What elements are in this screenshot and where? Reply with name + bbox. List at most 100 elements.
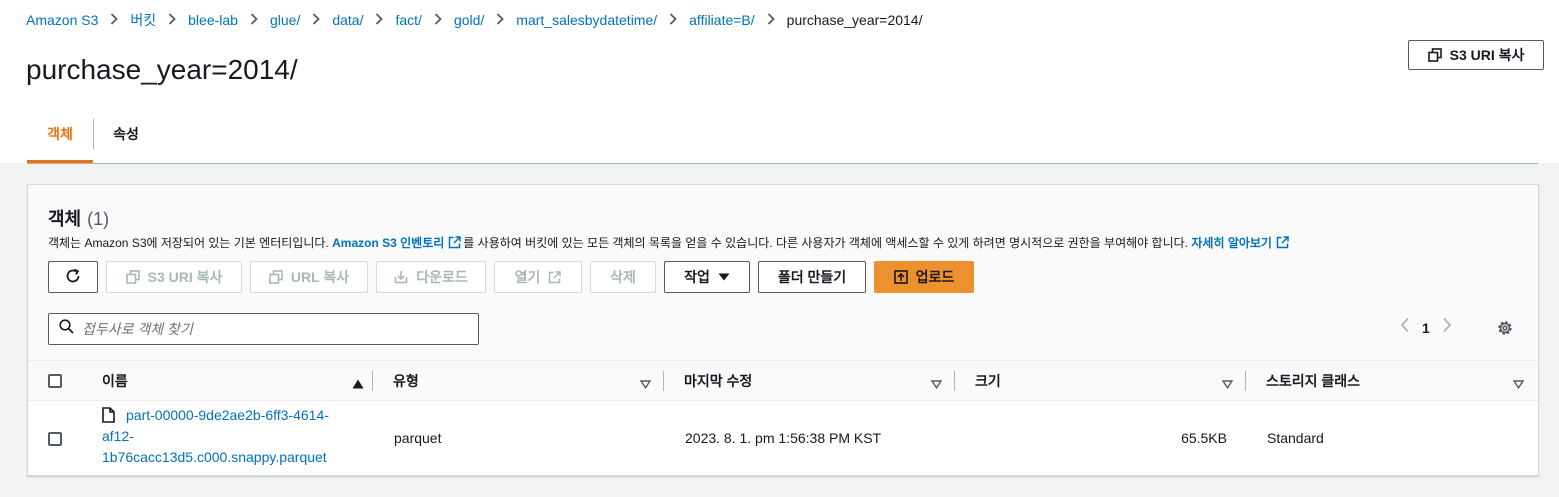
caret-down-icon xyxy=(718,273,730,281)
table-header: 이름 유형 마지막 수정 크기 스토리지 클래스 xyxy=(28,361,1538,401)
object-type: parquet xyxy=(394,430,442,446)
chevron-right-icon xyxy=(434,12,442,28)
column-name-label: 이름 xyxy=(102,373,128,389)
breadcrumb-item-fact[interactable]: fact/ xyxy=(395,12,421,28)
sort-caret-icon[interactable] xyxy=(1221,376,1234,392)
breadcrumb-item-amazon-s3[interactable]: Amazon S3 xyxy=(26,12,98,28)
tab-properties[interactable]: 속성 xyxy=(93,116,159,163)
column-header-size[interactable]: 크기 xyxy=(975,361,1247,401)
upload-label: 업로드 xyxy=(915,269,955,285)
copy-icon xyxy=(269,270,283,284)
inventory-link[interactable]: Amazon S3 인벤토리 xyxy=(332,234,444,251)
upload-icon xyxy=(893,270,908,284)
desc-middle: 를 사용하여 버킷에 있는 모든 객체의 목록을 얻을 수 있습니다. 다른 사… xyxy=(463,236,1189,250)
column-header-last-modified[interactable]: 마지막 수정 xyxy=(684,361,956,401)
objects-panel-header: 객체 (1) 객체는 Amazon S3에 저장되어 있는 기본 엔터티입니다. … xyxy=(28,185,1538,361)
chevron-right-icon xyxy=(496,12,505,28)
delete-label: 삭제 xyxy=(610,269,636,285)
object-size: 65.5KB xyxy=(1181,430,1227,446)
chevron-right-icon xyxy=(312,12,321,28)
breadcrumb: Amazon S3 버킷 blee-lab glue/ data/ fact/ … xyxy=(26,10,922,30)
objects-panel-title: 객체 (1) xyxy=(48,205,109,231)
search-box[interactable] xyxy=(48,313,479,345)
gear-icon[interactable] xyxy=(1496,319,1514,342)
tab-objects[interactable]: 객체 xyxy=(27,116,93,163)
next-page-icon[interactable] xyxy=(1442,317,1452,338)
actions-dropdown-button[interactable]: 작업 xyxy=(664,261,750,293)
column-header-storage-class[interactable]: 스토리지 클래스 xyxy=(1266,361,1538,401)
actions-label: 작업 xyxy=(684,269,710,285)
copy-url-label: URL 복사 xyxy=(290,269,350,285)
column-header-name[interactable]: 이름 xyxy=(102,361,372,401)
column-separator xyxy=(372,371,373,391)
learn-more-link[interactable]: 자세히 알아보기 xyxy=(1191,234,1272,251)
page-header-area: Amazon S3 버킷 blee-lab glue/ data/ fact/ … xyxy=(0,0,1559,164)
chevron-right-icon xyxy=(168,12,176,28)
breadcrumb-item-bucket[interactable]: blee-lab xyxy=(188,12,238,28)
object-name-line-1: part-00000-9de2ae2b-6ff3-4614- xyxy=(126,407,329,423)
object-name-link[interactable]: part-00000-9de2ae2b-6ff3-4614- af12- 1b7… xyxy=(102,405,362,468)
breadcrumb-item-affiliate[interactable]: affiliate=B/ xyxy=(689,12,755,28)
object-name-line-3: 1b76cacc13d5.c000.snappy.parquet xyxy=(102,449,327,465)
pagination: 1 xyxy=(1400,317,1452,338)
select-all-checkbox[interactable] xyxy=(48,374,62,388)
breadcrumb-item-gold[interactable]: gold/ xyxy=(454,12,484,28)
open-label: 열기 xyxy=(514,269,541,285)
chevron-right-icon xyxy=(767,12,775,28)
external-link-icon xyxy=(1276,236,1289,249)
column-type-label: 유형 xyxy=(393,373,419,389)
column-separator xyxy=(663,371,664,391)
copy-s3-uri-button[interactable]: S3 URI 복사 xyxy=(106,261,242,293)
external-link-icon xyxy=(548,270,562,284)
copy-icon xyxy=(1427,48,1442,62)
tab-bar: 객체 속성 xyxy=(27,116,1538,164)
sort-ascending-icon[interactable] xyxy=(352,376,364,392)
chevron-right-icon xyxy=(669,12,677,28)
current-page-number[interactable]: 1 xyxy=(1422,320,1430,336)
sort-caret-icon[interactable] xyxy=(930,376,943,392)
create-folder-button[interactable]: 폴더 만들기 xyxy=(758,261,866,293)
open-button[interactable]: 열기 xyxy=(494,261,582,293)
column-size-label: 크기 xyxy=(975,373,1001,389)
objects-title-text: 객체 xyxy=(48,209,82,229)
objects-description: 객체는 Amazon S3에 저장되어 있는 기본 엔터티입니다. Amazon… xyxy=(48,234,1291,251)
column-last-modified-label: 마지막 수정 xyxy=(684,373,753,389)
copy-icon xyxy=(125,270,140,284)
delete-button[interactable]: 삭제 xyxy=(590,261,656,293)
download-label: 다운로드 xyxy=(416,269,468,285)
desc-prefix: 객체는 Amazon S3에 저장되어 있는 기본 엔터티입니다. xyxy=(48,236,329,250)
sort-caret-icon[interactable] xyxy=(639,376,652,392)
download-button[interactable]: 다운로드 xyxy=(376,261,486,293)
prev-page-icon[interactable] xyxy=(1400,317,1410,338)
breadcrumb-item-mart[interactable]: mart_salesbydatetime/ xyxy=(516,12,657,28)
copy-s3-uri-header-label: S3 URI 복사 xyxy=(1449,47,1525,63)
page-title: purchase_year=2014/ xyxy=(26,54,298,85)
search-icon xyxy=(59,319,74,339)
column-separator xyxy=(954,371,955,391)
objects-panel: 객체 (1) 객체는 Amazon S3에 저장되어 있는 기본 엔터티입니다. … xyxy=(27,184,1539,476)
column-header-type[interactable]: 유형 xyxy=(393,361,665,401)
chevron-right-icon xyxy=(250,12,258,28)
chevron-right-icon xyxy=(110,12,119,28)
breadcrumb-item-data[interactable]: data/ xyxy=(332,12,363,28)
create-folder-label: 폴더 만들기 xyxy=(777,269,847,285)
column-storage-class-label: 스토리지 클래스 xyxy=(1266,373,1361,389)
chevron-right-icon xyxy=(375,12,384,28)
refresh-button[interactable] xyxy=(48,261,98,293)
object-name-line-2: af12- xyxy=(102,428,134,444)
breadcrumb-item-glue[interactable]: glue/ xyxy=(270,12,300,28)
object-last-modified: 2023. 8. 1. pm 1:56:38 PM KST xyxy=(685,430,882,446)
external-link-icon xyxy=(448,236,462,249)
copy-s3-uri-header-button[interactable]: S3 URI 복사 xyxy=(1408,40,1544,70)
search-input[interactable] xyxy=(82,321,462,337)
download-icon xyxy=(394,270,408,284)
row-checkbox[interactable] xyxy=(48,432,62,446)
column-separator xyxy=(1245,371,1246,391)
breadcrumb-item-buckets[interactable]: 버킷 xyxy=(130,10,156,30)
copy-url-button[interactable]: URL 복사 xyxy=(250,261,368,293)
table-row[interactable]: part-00000-9de2ae2b-6ff3-4614- af12- 1b7… xyxy=(28,401,1538,475)
sort-caret-icon[interactable] xyxy=(1512,376,1525,392)
breadcrumb-current: purchase_year=2014/ xyxy=(786,12,923,28)
upload-button[interactable]: 업로드 xyxy=(874,261,974,293)
refresh-icon xyxy=(65,268,81,287)
